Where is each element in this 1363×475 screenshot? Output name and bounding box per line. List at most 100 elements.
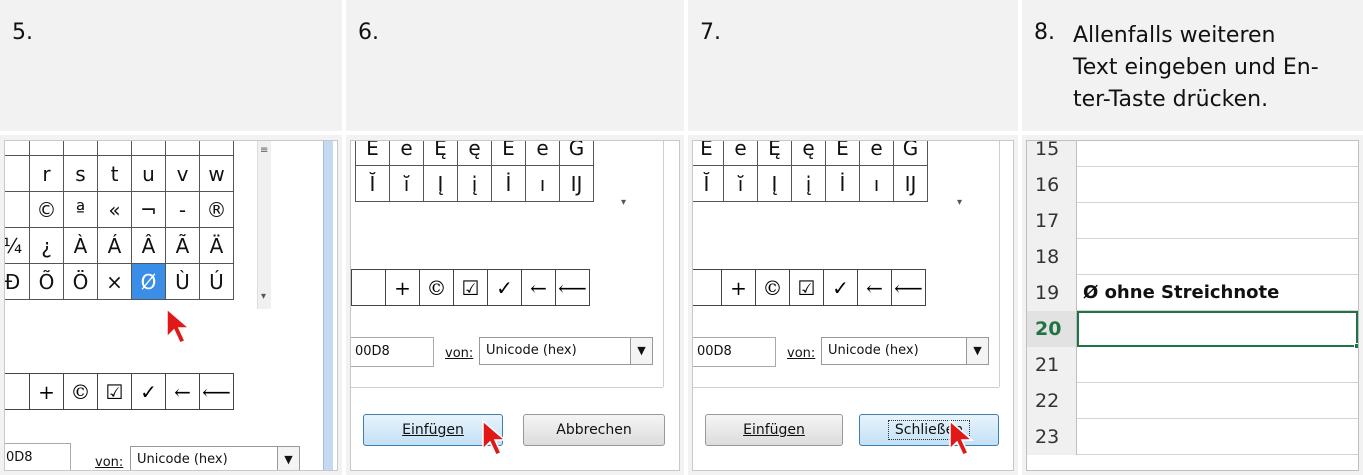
- chevron-down-icon[interactable]: ▼: [630, 338, 652, 364]
- encoding-select[interactable]: Unicode (hex) ▼: [130, 446, 300, 470]
- row-header[interactable]: 16: [1027, 167, 1077, 203]
- encoding-select[interactable]: Unicode (hex) ▼: [821, 337, 989, 365]
- char-cell[interactable]: v: [165, 155, 200, 192]
- char-cell[interactable]: Ù: [165, 263, 200, 300]
- char-cell[interactable]: ę: [457, 141, 492, 166]
- recent-symbol[interactable]: ⟵: [199, 373, 234, 410]
- char-cell[interactable]: t: [97, 155, 132, 192]
- char-cell[interactable]: ×: [97, 263, 132, 300]
- char-cell[interactable]: Ð: [5, 263, 30, 300]
- char-cell[interactable]: Ę: [757, 141, 792, 166]
- char-cell-selected[interactable]: Ø: [131, 263, 166, 300]
- char-cell[interactable]: ĭ: [389, 165, 424, 202]
- sheet-cell[interactable]: [1077, 347, 1358, 383]
- char-cell[interactable]: Ĭ: [693, 165, 724, 202]
- char-cell[interactable]: ę: [791, 141, 826, 166]
- sheet-cell[interactable]: [1077, 419, 1358, 455]
- char-cell[interactable]: İ: [825, 165, 860, 202]
- char-cell[interactable]: Ö: [63, 263, 98, 300]
- scroll-down-icon[interactable]: ▾: [957, 197, 962, 208]
- char-cell[interactable]: Ę: [423, 141, 458, 166]
- recent-symbol[interactable]: ✓: [823, 269, 858, 306]
- sheet-cell[interactable]: [1077, 383, 1358, 419]
- close-button[interactable]: Schließen: [859, 414, 999, 446]
- sheet-cell[interactable]: [1077, 167, 1358, 203]
- char-cell[interactable]: ©: [29, 191, 64, 228]
- row-header[interactable]: 22: [1027, 383, 1077, 419]
- char-cell[interactable]: ¿: [29, 227, 64, 264]
- char-cell[interactable]: Á: [97, 227, 132, 264]
- char-cell[interactable]: À: [63, 227, 98, 264]
- recent-symbol[interactable]: ⟵: [555, 269, 590, 306]
- grid-scrollbar[interactable]: ≡ ▾: [257, 141, 271, 309]
- char-cell[interactable]: Ĳ: [893, 165, 928, 202]
- cancel-button[interactable]: Abbrechen: [523, 414, 665, 446]
- char-cell[interactable]: G: [893, 141, 928, 166]
- char-cell[interactable]: ¬: [131, 191, 166, 228]
- recent-symbol[interactable]: ✓: [487, 269, 522, 306]
- char-cell[interactable]: e: [389, 141, 424, 166]
- row-header[interactable]: 17: [1027, 203, 1077, 239]
- char-cell[interactable]: Ĳ: [559, 165, 594, 202]
- row-header[interactable]: 23: [1027, 419, 1077, 455]
- character-code-input[interactable]: 0D8: [5, 443, 71, 470]
- char-cell[interactable]: Õ: [29, 263, 64, 300]
- chevron-down-icon[interactable]: ▼: [277, 447, 299, 470]
- char-cell[interactable]: ı: [525, 165, 560, 202]
- scroll-down-icon[interactable]: ▾: [621, 197, 626, 208]
- recent-symbol[interactable]: +: [721, 269, 756, 306]
- char-cell[interactable]: E: [693, 141, 724, 166]
- recent-symbol[interactable]: ←: [857, 269, 892, 306]
- char-cell[interactable]: s: [63, 155, 98, 192]
- char-cell[interactable]: u: [131, 155, 166, 192]
- char-cell[interactable]: r: [29, 155, 64, 192]
- recent-symbol[interactable]: ☑: [453, 269, 488, 306]
- recent-symbol[interactable]: ←: [521, 269, 556, 306]
- char-cell[interactable]: G: [559, 141, 594, 166]
- recent-symbol[interactable]: +: [385, 269, 420, 306]
- recent-symbol[interactable]: ⟵: [891, 269, 926, 306]
- recent-symbol[interactable]: ©: [63, 373, 98, 410]
- recent-symbol[interactable]: ☑: [97, 373, 132, 410]
- recent-symbol[interactable]: +: [29, 373, 64, 410]
- row-header[interactable]: 21: [1027, 347, 1077, 383]
- row-header[interactable]: 19: [1027, 275, 1077, 311]
- char-cell[interactable]: [5, 155, 30, 192]
- sheet-cell[interactable]: [1077, 239, 1358, 275]
- row-header[interactable]: 18: [1027, 239, 1077, 275]
- char-cell[interactable]: Į: [423, 165, 458, 202]
- char-cell[interactable]: İ: [491, 165, 526, 202]
- recent-symbol[interactable]: ©: [419, 269, 454, 306]
- char-cell[interactable]: «: [97, 191, 132, 228]
- character-code-input[interactable]: 00D8: [351, 337, 434, 367]
- active-cell[interactable]: [1077, 311, 1358, 349]
- recent-symbol[interactable]: ©: [755, 269, 790, 306]
- chevron-down-icon[interactable]: ▼: [966, 338, 988, 364]
- char-cell[interactable]: į: [457, 165, 492, 202]
- recent-symbol[interactable]: ✓: [131, 373, 166, 410]
- recent-symbol[interactable]: [351, 269, 386, 306]
- char-cell[interactable]: ĭ: [723, 165, 758, 202]
- char-cell[interactable]: e: [723, 141, 758, 166]
- char-cell[interactable]: w: [199, 155, 234, 192]
- char-cell[interactable]: ¼: [5, 227, 30, 264]
- recent-symbol[interactable]: [693, 269, 722, 306]
- char-cell[interactable]: Ĭ: [355, 165, 390, 202]
- char-cell[interactable]: ª: [63, 191, 98, 228]
- char-cell[interactable]: ®: [199, 191, 234, 228]
- char-cell[interactable]: E: [355, 141, 390, 166]
- char-cell[interactable]: -: [165, 191, 200, 228]
- char-cell[interactable]: Ä: [199, 227, 234, 264]
- char-cell[interactable]: į: [791, 165, 826, 202]
- char-cell[interactable]: E: [491, 141, 526, 166]
- recent-symbol[interactable]: ←: [165, 373, 200, 410]
- character-code-input[interactable]: 00D8: [693, 337, 776, 367]
- char-cell[interactable]: [5, 191, 30, 228]
- char-cell[interactable]: Â: [131, 227, 166, 264]
- char-cell[interactable]: ı: [859, 165, 894, 202]
- sheet-cell[interactable]: [1077, 203, 1358, 239]
- char-cell[interactable]: Į: [757, 165, 792, 202]
- recent-symbol[interactable]: [5, 373, 30, 410]
- encoding-select[interactable]: Unicode (hex) ▼: [479, 337, 653, 365]
- recent-symbol[interactable]: ☑: [789, 269, 824, 306]
